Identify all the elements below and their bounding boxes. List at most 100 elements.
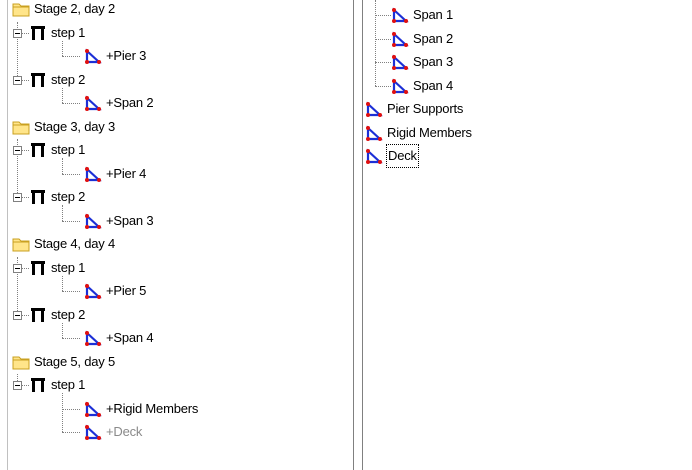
tree-connector-line: [62, 205, 63, 221]
member-group-icon: [84, 47, 102, 65]
tree-connector-line: [62, 174, 80, 175]
member-group-item[interactable]: +Span 2: [84, 92, 154, 114]
tree-connector-line: [62, 409, 80, 410]
tree-connector-line: [62, 103, 80, 104]
member-group-item[interactable]: +Pier 3: [84, 45, 146, 67]
step-item[interactable]: step 1: [29, 374, 85, 396]
member-group-label: +Pier 4: [106, 166, 147, 181]
tree-connector-line: [62, 158, 63, 174]
tree-connector-line: [62, 221, 80, 222]
member-group-icon: [84, 94, 102, 112]
tree-connector-line: [62, 323, 63, 338]
stage-item[interactable]: Stage 5, day 5: [12, 351, 115, 373]
member-group-icon: [84, 282, 102, 300]
stage-item[interactable]: Stage 4, day 4: [12, 233, 115, 255]
tree-connector-line: [21, 385, 29, 386]
tree-connector-line: [375, 39, 391, 40]
tree-connector-line: [21, 197, 29, 198]
tree-connector-line: [21, 150, 29, 151]
member-group-icon: [365, 147, 383, 165]
splitter-left-edge: [353, 0, 354, 470]
step-item[interactable]: step 1: [29, 139, 85, 161]
collapse-toggle-icon[interactable]: [13, 311, 22, 320]
member-group-item[interactable]: +Rigid Members: [84, 398, 198, 420]
step-icon: [29, 141, 47, 159]
step-label: step 1: [51, 142, 86, 157]
member-group-label: +Span 2: [106, 95, 154, 110]
tree-connector-line: [62, 88, 63, 103]
step-item[interactable]: step 1: [29, 257, 85, 279]
member-group-label: +Pier 3: [106, 48, 147, 63]
tree-connector-line: [62, 432, 80, 433]
folder-icon: [12, 0, 30, 18]
member-group-label: Pier Supports: [387, 101, 464, 116]
member-group-icon: [391, 30, 409, 48]
stage-label: Stage 3, day 3: [34, 119, 116, 134]
member-group-icon: [84, 165, 102, 183]
span-label: Span 3: [413, 54, 454, 69]
member-group-icon: [391, 6, 409, 24]
folder-icon: [12, 235, 30, 253]
stage-label: Stage 2, day 2: [34, 1, 116, 16]
collapse-toggle-icon[interactable]: [13, 264, 22, 273]
tree-connector-line: [62, 41, 63, 56]
member-group-root-item[interactable]: Deck: [365, 144, 419, 168]
member-group-root-item[interactable]: Rigid Members: [365, 122, 472, 144]
member-group-icon: [84, 329, 102, 347]
span-item[interactable]: Span 3: [391, 51, 453, 73]
step-label: step 1: [51, 260, 86, 275]
step-label: step 1: [51, 377, 86, 392]
step-item[interactable]: step 2: [29, 186, 85, 208]
member-group-item[interactable]: +Span 3: [84, 210, 154, 232]
step-icon: [29, 259, 47, 277]
span-label: Span 1: [413, 7, 454, 22]
tree-connector-line: [62, 393, 63, 432]
step-icon: [29, 376, 47, 394]
member-group-icon: [84, 423, 102, 441]
step-icon: [29, 24, 47, 42]
member-group-item[interactable]: +Pier 5: [84, 280, 146, 302]
member-group-icon: [84, 400, 102, 418]
member-group-label: +Rigid Members: [106, 401, 199, 416]
step-icon: [29, 188, 47, 206]
member-group-label: +Deck: [106, 424, 143, 439]
member-group-icon: [391, 53, 409, 71]
step-item[interactable]: step 1: [29, 22, 85, 44]
collapse-toggle-icon[interactable]: [13, 381, 22, 390]
step-item[interactable]: step 2: [29, 304, 85, 326]
collapse-toggle-icon[interactable]: [13, 193, 22, 202]
collapse-toggle-icon[interactable]: [13, 146, 22, 155]
tree-connector-line: [375, 15, 391, 16]
tree-connector-line: [21, 268, 29, 269]
member-group-label: +Span 4: [106, 330, 154, 345]
member-group-root-item[interactable]: Pier Supports: [365, 98, 463, 120]
stage-label: Stage 4, day 4: [34, 236, 116, 251]
member-group-label: +Span 3: [106, 213, 154, 228]
member-group-icon: [365, 124, 383, 142]
span-item[interactable]: Span 1: [391, 4, 453, 26]
member-group-item[interactable]: +Span 4: [84, 327, 154, 349]
span-item[interactable]: Span 4: [391, 75, 453, 97]
step-icon: [29, 71, 47, 89]
stage-item[interactable]: Stage 2, day 2: [12, 0, 115, 20]
tree-connector-line: [21, 80, 29, 81]
step-label: step 1: [51, 25, 86, 40]
tree-connector-line: [21, 33, 29, 34]
tree-connector-line: [375, 86, 391, 87]
member-group-label: +Pier 5: [106, 283, 147, 298]
step-item[interactable]: step 2: [29, 69, 85, 91]
stage-item[interactable]: Stage 3, day 3: [12, 116, 115, 138]
collapse-toggle-icon[interactable]: [13, 29, 22, 38]
step-label: step 2: [51, 72, 86, 87]
step-icon: [29, 306, 47, 324]
span-label: Span 4: [413, 78, 454, 93]
tree-connector-line: [62, 56, 80, 57]
tree-connector-line: [62, 291, 80, 292]
step-label: step 2: [51, 307, 86, 322]
stage-label: Stage 5, day 5: [34, 354, 116, 369]
span-label: Span 2: [413, 31, 454, 46]
span-item[interactable]: Span 2: [391, 28, 453, 50]
member-group-item[interactable]: +Deck: [84, 421, 142, 443]
collapse-toggle-icon[interactable]: [13, 76, 22, 85]
member-group-item[interactable]: +Pier 4: [84, 163, 146, 185]
